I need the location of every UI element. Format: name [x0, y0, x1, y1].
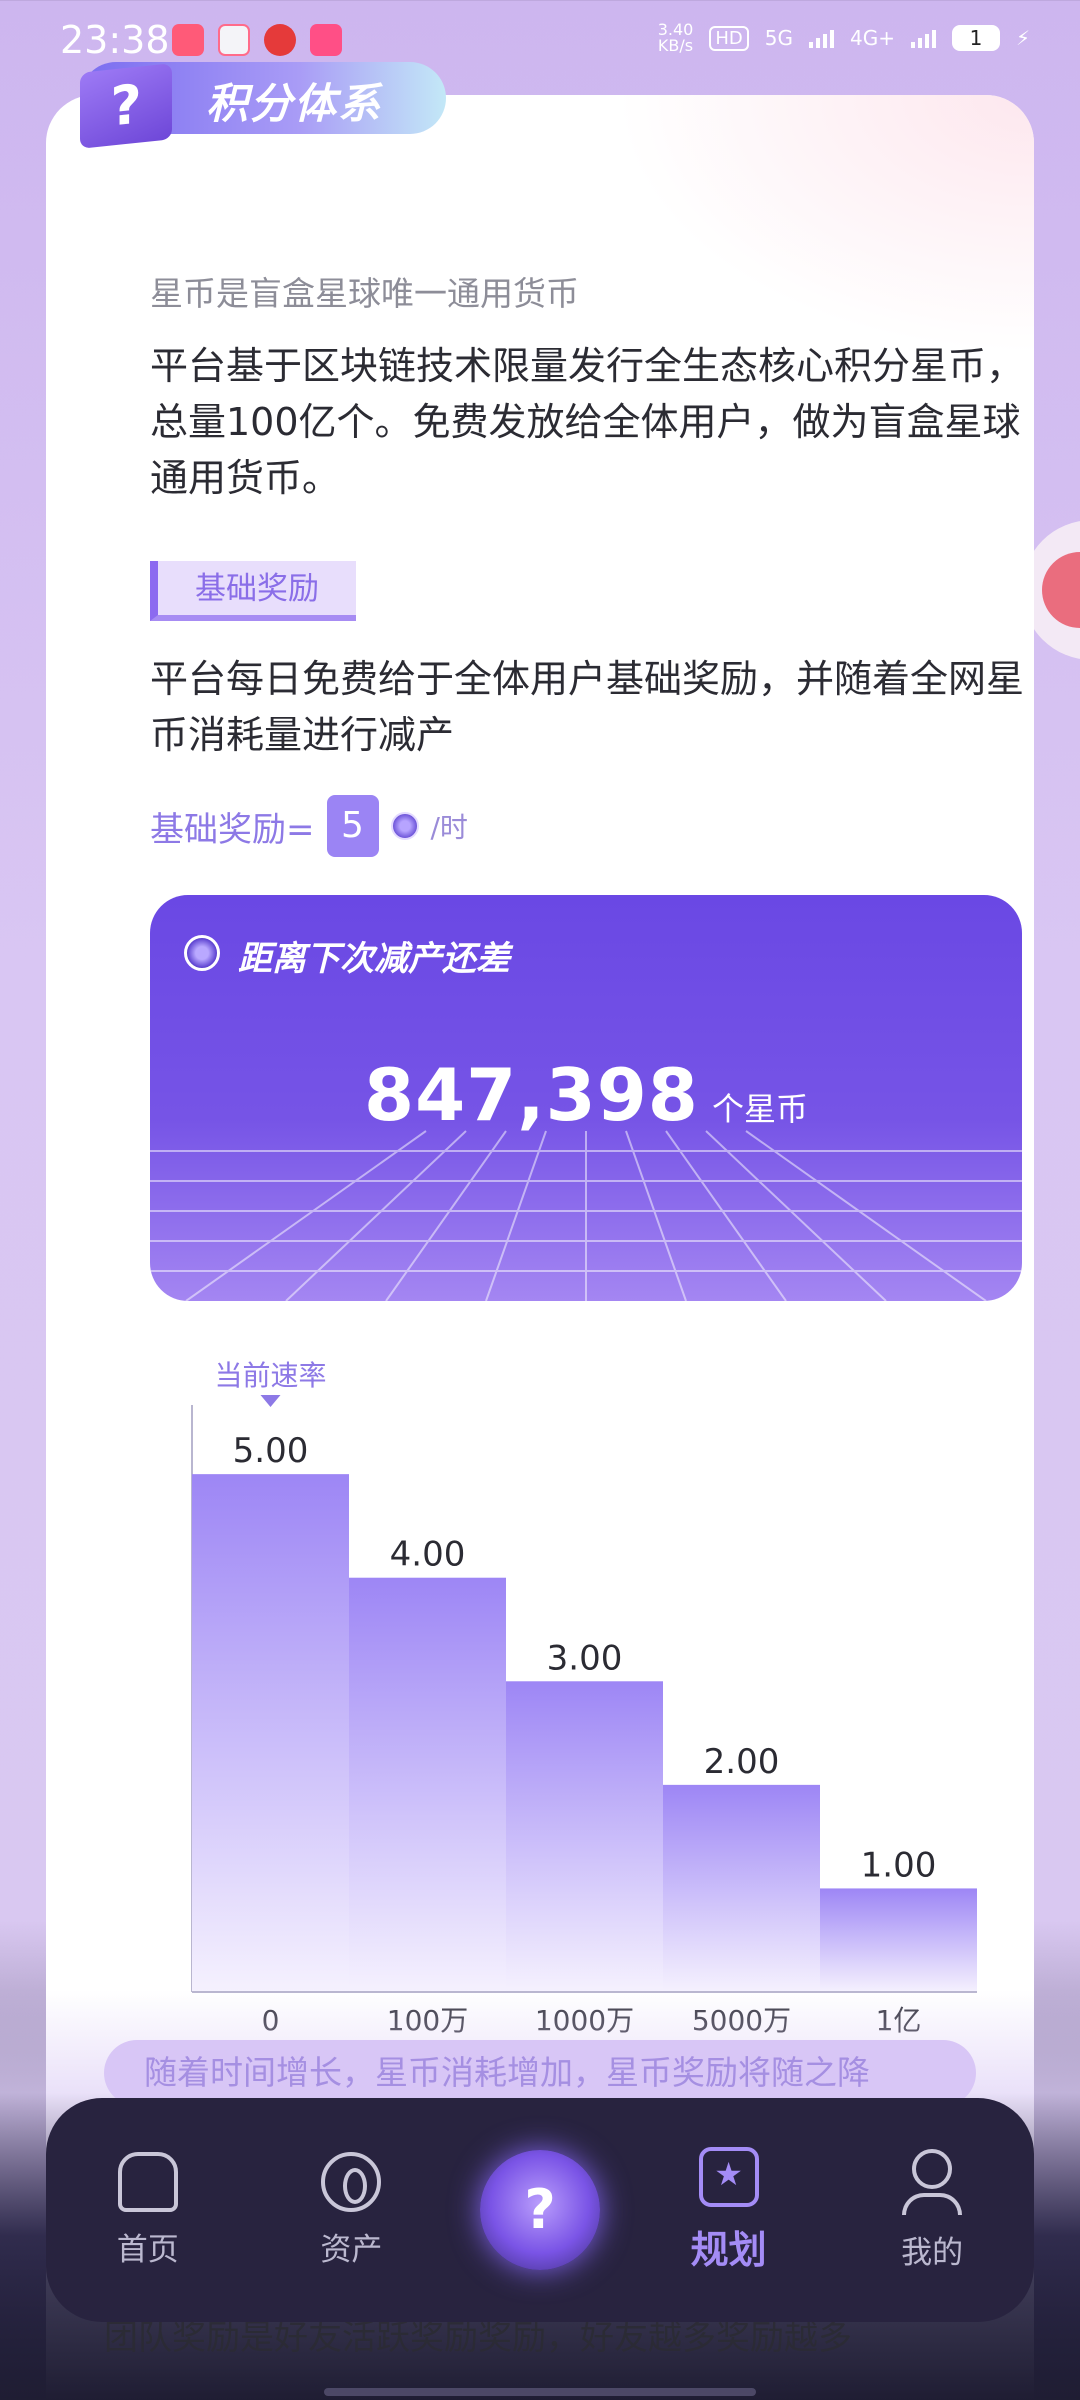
formula-label: 基础奖励= — [150, 809, 315, 850]
star-coin-icon — [184, 935, 220, 971]
signal-4g-icon — [910, 28, 936, 48]
home-indicator[interactable] — [324, 2388, 756, 2396]
base-reward-tag: 基础奖励 — [150, 561, 356, 621]
taobao-app-icon — [172, 24, 204, 56]
current-rate-marker-label: 当前速率 — [214, 1359, 326, 1392]
nav-home-label: 首页 — [116, 2231, 179, 2268]
formula-value: 5 — [326, 795, 379, 857]
nav-me[interactable]: 我的 — [857, 2148, 1007, 2272]
nav-assets-label: 资产 — [320, 2231, 383, 2268]
banner-grid-decoration — [150, 1130, 1022, 1301]
star-coin-icon — [390, 812, 419, 840]
mystery-box-center-button[interactable]: ? — [479, 2150, 600, 2270]
bilibili-app-icon — [310, 24, 342, 56]
status-indicators: 3.40 KB/s HD 5G 4G+ 1 ⚡ — [658, 22, 1030, 54]
network-4g-label: 4G+ — [849, 26, 895, 50]
chart-bar — [506, 1681, 663, 1992]
chart-data-label: 1.00 — [861, 1845, 937, 1885]
remaining-coins-value: 847,398 — [363, 1053, 699, 1137]
nav-plan[interactable]: 规划 — [654, 2146, 804, 2274]
home-icon — [117, 2151, 178, 2212]
diamond-icon — [321, 2151, 382, 2212]
nav-me-label: 我的 — [901, 2234, 964, 2271]
chart-data-label: 4.00 — [390, 1535, 466, 1575]
battery-icon: 1 — [951, 25, 1000, 51]
user-icon-body — [902, 2192, 963, 2215]
remaining-coins-unit: 个星币 — [712, 1090, 809, 1128]
emblem-app-icon — [264, 24, 296, 56]
bottom-navigation: 首页 资产 ? 规划 我的 — [46, 2098, 1034, 2322]
star-book-icon — [698, 2146, 759, 2207]
chart-bar — [349, 1577, 506, 1992]
network-5g-label: 5G — [764, 26, 793, 50]
chart-bar — [820, 1888, 977, 1992]
notification-icons — [172, 24, 342, 56]
chart-data-label: 3.00 — [547, 1638, 623, 1678]
card-subtitle: 星币是盲盒星球唯一通用货币 — [150, 274, 579, 313]
page-title: 积分体系 — [206, 79, 383, 128]
reward-decrease-caption: 随着时间增长，星币消耗增加，星币奖励将随之降 — [104, 2040, 976, 2106]
nav-assets[interactable]: 资产 — [276, 2151, 426, 2269]
intro-text: 平台基于区块链技术限量发行全生态核心积分星币，总量100亿个。免费发放给全体用户… — [150, 344, 1025, 500]
nav-plan-label: 规划 — [690, 2227, 767, 2272]
reward-rate-chart-svg: 5.0004.00100万3.001000万2.005000万1.001亿当前速… — [191, 1359, 977, 2037]
banner-title: 距离下次减产还差 — [238, 939, 510, 979]
base-reward-description: 平台每日免费给于全体用户基础奖励，并随着全网星币消耗量进行减产 — [150, 657, 1025, 757]
net-speed: 3.40 KB/s — [658, 22, 694, 54]
chart-data-label: 5.00 — [233, 1431, 309, 1471]
base-reward-formula: 基础奖励= 5 /时 — [150, 795, 468, 857]
status-time: 23:38 — [60, 18, 170, 62]
formula-unit: /时 — [430, 811, 468, 844]
chart-bar — [663, 1784, 820, 1992]
chart-data-label: 2.00 — [704, 1742, 780, 1782]
user-icon — [912, 2148, 953, 2189]
current-rate-marker-icon — [260, 1395, 281, 1407]
nav-home[interactable]: 首页 — [73, 2151, 223, 2269]
reduction-countdown-banner: 距离下次减产还差 847,398 个星币 — [150, 895, 1022, 1301]
shop-app-icon — [218, 24, 250, 56]
reward-rate-chart: 5.0004.00100万3.001000万2.005000万1.001亿当前速… — [150, 1345, 1022, 2065]
mystery-box-icon: ? — [80, 63, 172, 149]
net-speed-unit: KB/s — [657, 36, 694, 55]
hd-icon: HD — [709, 25, 749, 51]
chart-bar — [192, 1474, 349, 1992]
banner-value-row: 847,398 个星币 — [150, 1053, 1022, 1137]
signal-5g-icon — [808, 28, 834, 48]
charging-icon: ⚡ — [1015, 26, 1030, 50]
